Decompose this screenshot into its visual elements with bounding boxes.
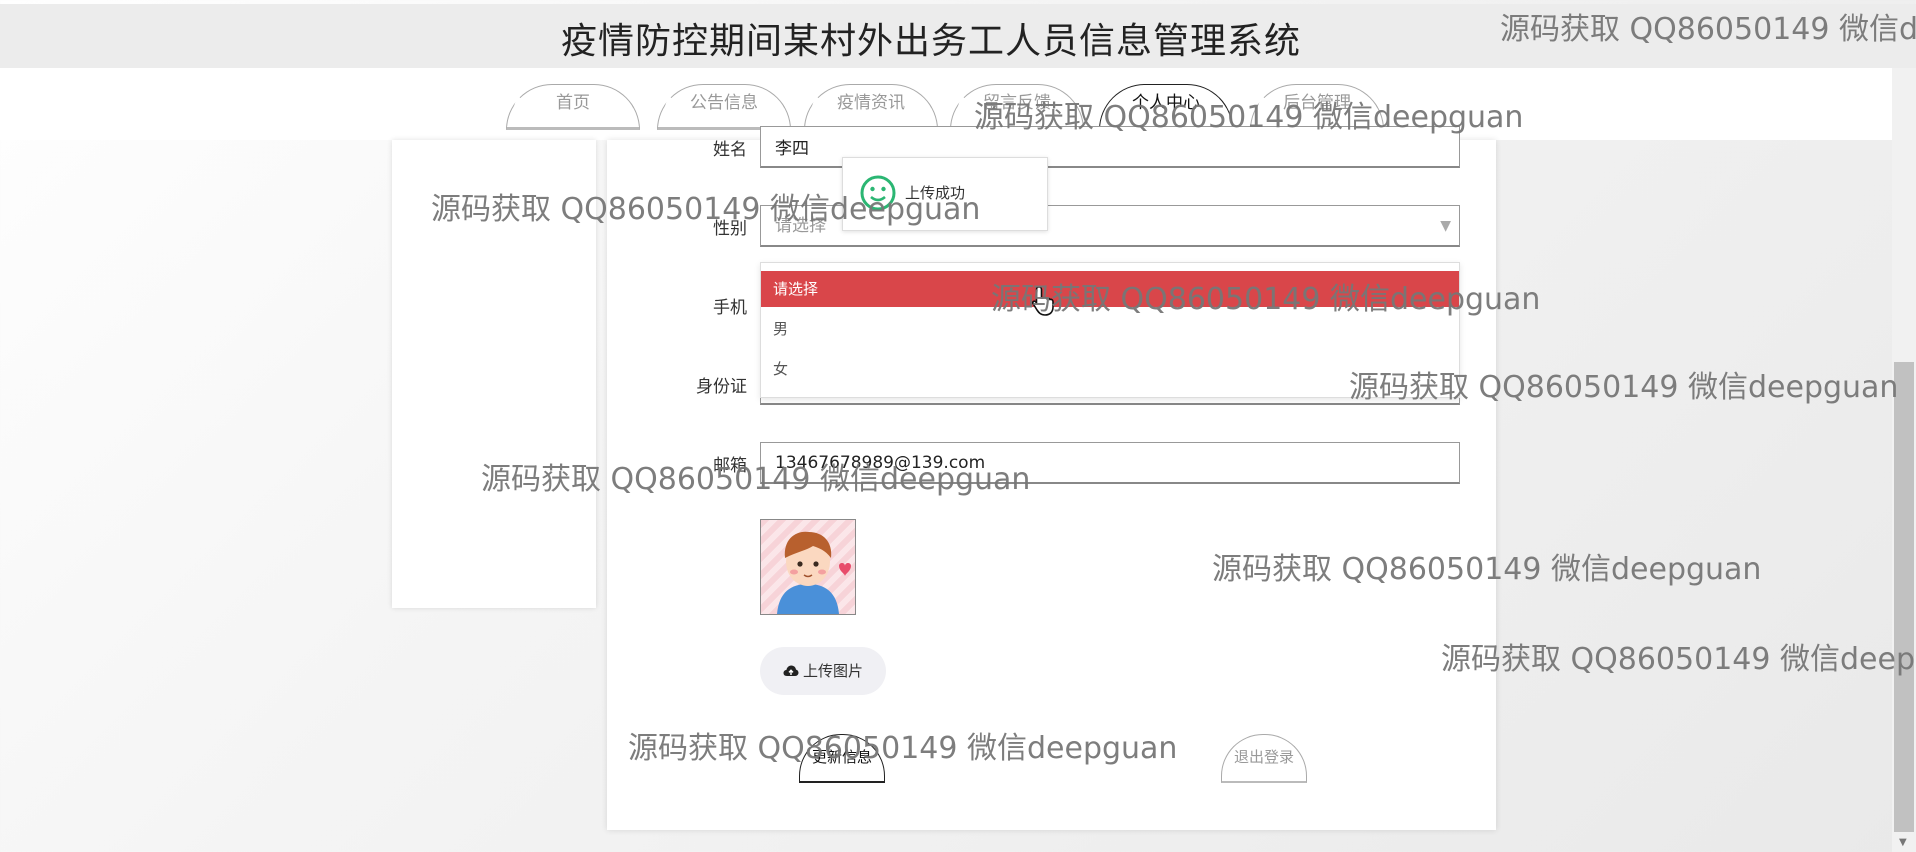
upload-image-label: 上传图片 — [802, 662, 863, 680]
upload-success-toast: 上传成功 — [842, 157, 1048, 231]
gender-select-value: 请选择 — [775, 216, 826, 236]
cloud-upload-icon — [783, 665, 799, 676]
gender-option-female[interactable]: 女 — [761, 351, 1459, 387]
tab-announcements[interactable]: 公告信息 — [657, 84, 791, 130]
toast-message: 上传成功 — [905, 184, 966, 202]
phone-label: 手机 — [713, 298, 747, 318]
tab-feedback[interactable]: 留言反馈 — [950, 84, 1084, 130]
smile-icon — [860, 175, 896, 211]
upload-image-button[interactable]: 上传图片 — [760, 647, 886, 695]
cartoon-boy-icon — [777, 531, 851, 614]
chevron-down-icon: ▼ — [1440, 218, 1451, 234]
tab-admin[interactable]: 后台管理 — [1250, 84, 1384, 130]
scrollbar-thumb[interactable] — [1894, 362, 1914, 832]
watermark: 源码获取 QQ86050149 微信deepguan — [1441, 642, 1916, 677]
avatar-image — [760, 519, 856, 615]
site-title: 疫情防控期间某村外出务工人员信息管理系统 — [560, 21, 1301, 62]
tab-personal-center[interactable]: 个人中心 — [1099, 84, 1233, 130]
tab-home[interactable]: 首页 — [506, 84, 640, 130]
hand-cursor-icon — [1032, 286, 1054, 316]
email-label: 邮箱 — [713, 456, 747, 476]
gender-label: 性别 — [713, 219, 747, 239]
side-menu-panel — [392, 140, 596, 608]
page-scrollbar[interactable]: ▼ — [1892, 68, 1916, 852]
gender-option-male[interactable]: 男 — [761, 311, 1459, 347]
main-nav: 首页 公告信息 疫情资讯 留言反馈 个人中心 后台管理 — [0, 84, 1892, 130]
gender-option-default[interactable]: 请选择 — [761, 271, 1459, 307]
gender-dropdown: 请选择 男 女 — [760, 262, 1460, 398]
tab-epidemic-news[interactable]: 疫情资讯 — [804, 84, 938, 130]
scroll-down-arrow-icon[interactable]: ▼ — [1899, 837, 1907, 848]
idcard-label: 身份证 — [696, 377, 747, 397]
email-input[interactable] — [760, 442, 1460, 484]
name-label: 姓名 — [713, 140, 747, 160]
